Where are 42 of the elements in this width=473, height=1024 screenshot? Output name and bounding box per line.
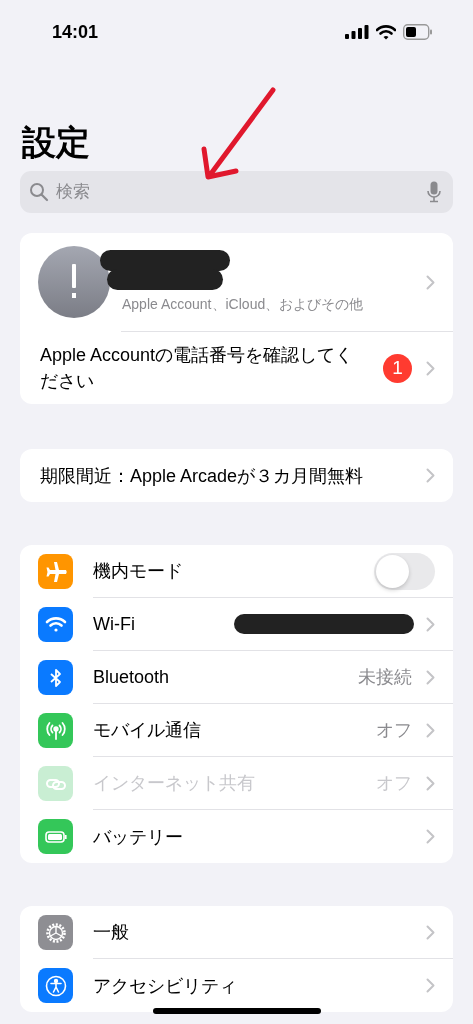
account-row[interactable]: Apple Account、iCloud、およびその他: [20, 233, 453, 331]
row-label: モバイル通信: [93, 719, 202, 742]
chevron-icon: [426, 669, 435, 685]
signal-icon: [345, 25, 369, 39]
alert-text: Apple Accountの電話番号を確認してください: [40, 344, 355, 393]
notification-badge: 1: [383, 353, 412, 383]
settings-row[interactable]: 機内モード: [20, 545, 453, 598]
battery-icon: [403, 24, 433, 40]
page-title: 設定: [22, 122, 91, 163]
chevron-icon: [426, 775, 435, 791]
microphone-icon[interactable]: [427, 181, 441, 203]
chevron-icon: [426, 616, 435, 632]
row-value: オフ: [376, 719, 412, 742]
offer-text: 期限間近：Apple Arcadeが３カ月間無料: [40, 464, 364, 488]
chevron-icon: [426, 468, 435, 483]
settings-row[interactable]: Wi-Fi: [20, 598, 453, 651]
status-time: 14:01: [52, 21, 99, 43]
settings-row[interactable]: モバイル通信 オフ: [20, 704, 453, 757]
row-label: アクセシビリティ: [93, 974, 238, 998]
row-label: Wi-Fi: [93, 613, 136, 635]
settings-row[interactable]: Bluetooth 未接続: [20, 651, 453, 704]
wifi-icon: [376, 24, 396, 40]
chevron-icon: [426, 360, 435, 376]
row-label: 機内モード: [93, 560, 184, 583]
row-label: 一般: [93, 921, 130, 944]
settings-row[interactable]: 一般: [20, 906, 453, 959]
offer-row[interactable]: 期限間近：Apple Arcadeが３カ月間無料: [20, 449, 453, 502]
chevron-icon: [426, 722, 435, 738]
alert-row[interactable]: Apple Accountの電話番号を確認してください 1: [20, 332, 453, 404]
chevron-icon: [426, 274, 435, 290]
row-label: バッテリー: [93, 825, 184, 849]
search-icon: [29, 182, 49, 202]
search-field[interactable]: 検索: [20, 171, 453, 213]
row-value: 未接続: [358, 666, 412, 689]
settings-row[interactable]: バッテリー: [20, 810, 453, 863]
chevron-icon: [426, 924, 435, 940]
chevron-icon: [426, 829, 435, 844]
chevron-icon: [426, 978, 435, 993]
row-label: Bluetooth: [93, 666, 171, 688]
settings-row[interactable]: アクセシビリティ: [20, 959, 453, 1012]
toggle-switch[interactable]: [374, 552, 435, 590]
account-subtitle: Apple Account、iCloud、およびその他: [122, 296, 365, 314]
